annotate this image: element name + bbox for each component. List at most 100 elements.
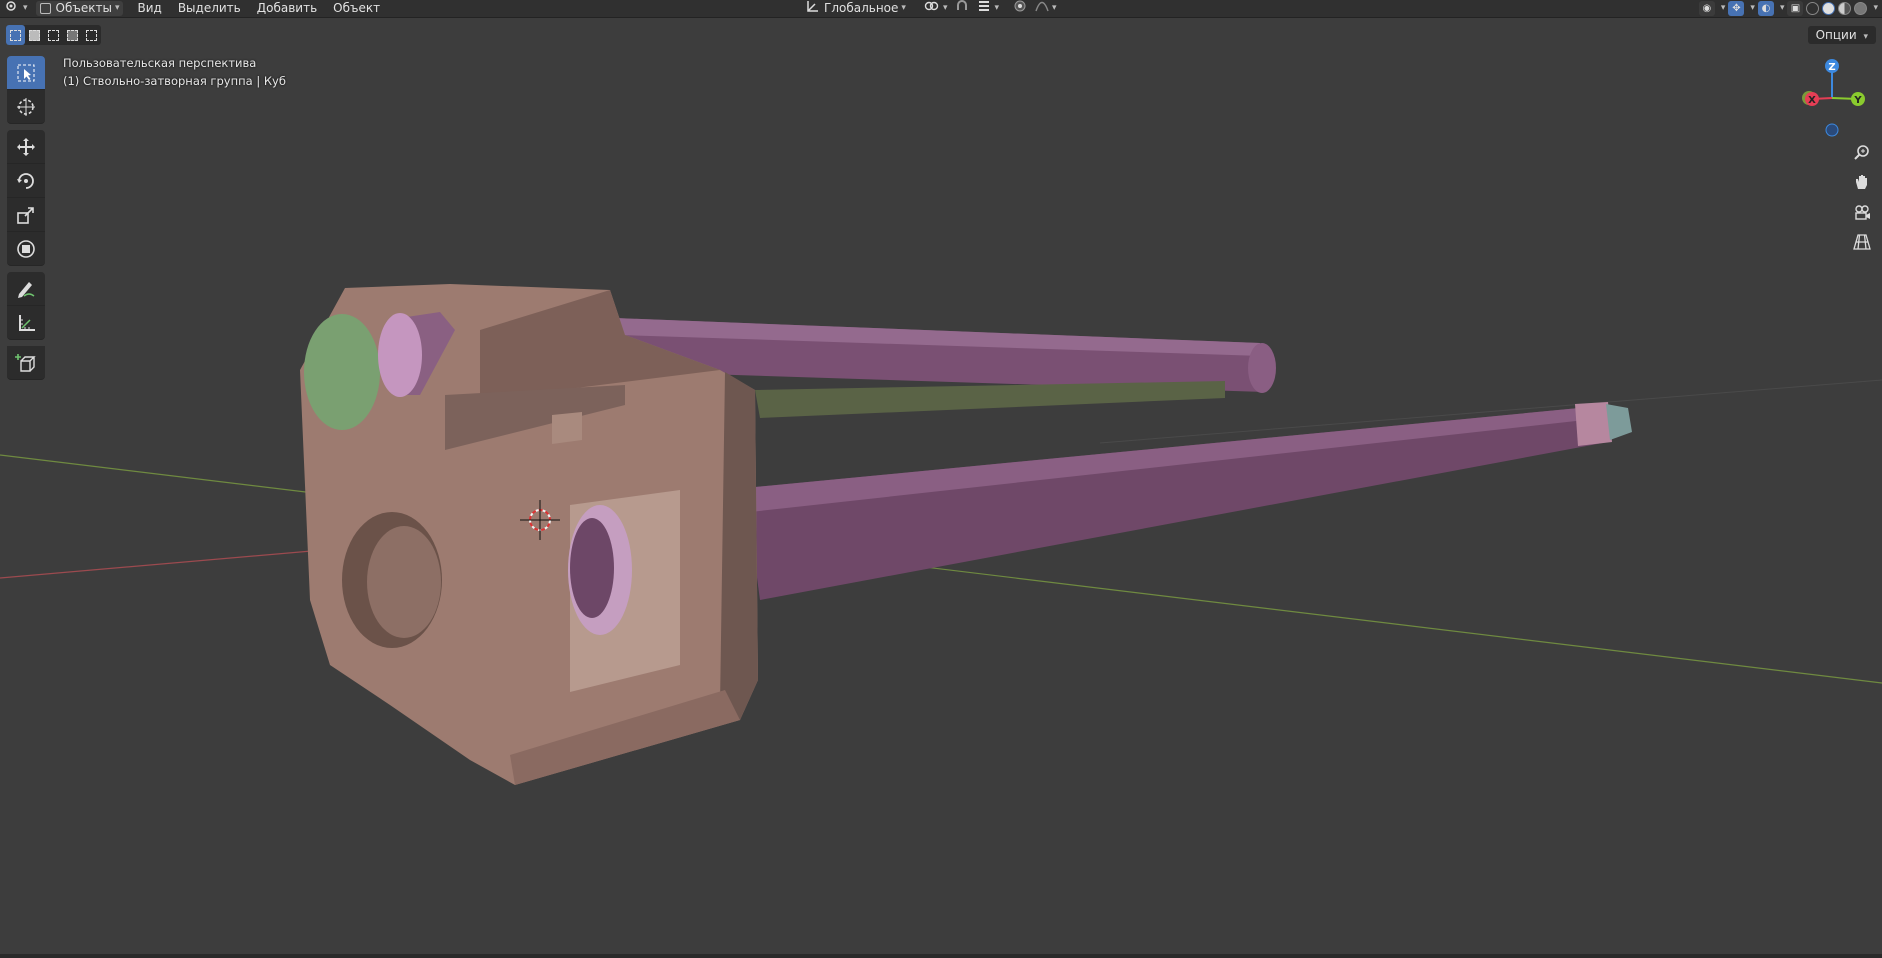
zoom-icon — [1854, 145, 1869, 160]
pivot-icon — [924, 0, 940, 17]
select-subtract-button[interactable] — [44, 25, 63, 45]
header-right-controls: ◉ ▾ ✥ ▾ ◐ ▾ ▣ ▾ — [1698, 0, 1878, 17]
wireframe-shading-icon[interactable] — [1806, 2, 1820, 15]
chevron-down-icon: ▾ — [1873, 3, 1878, 13]
viewport-3d[interactable] — [0, 0, 1882, 958]
tool-select-box[interactable] — [7, 56, 45, 90]
select-new-button[interactable] — [6, 25, 25, 45]
overlays-toggle[interactable]: ◐ — [1757, 1, 1774, 16]
overlays-icon: ◐ — [1761, 3, 1771, 14]
transform-icon — [17, 239, 35, 258]
tool-transform[interactable] — [7, 232, 45, 266]
select-invert-icon — [67, 29, 78, 41]
select-intersect-icon — [86, 29, 97, 41]
select-subtract-icon — [48, 29, 59, 41]
gizmo-z-label: Z — [1828, 62, 1835, 73]
rotate-icon — [17, 172, 34, 189]
tool-scale[interactable] — [7, 198, 45, 232]
transform-orientation-icon — [806, 0, 820, 17]
tool-shelf — [7, 56, 45, 380]
select-new-icon — [10, 29, 21, 41]
zoom-button[interactable] — [1848, 138, 1876, 166]
tool-rotate[interactable] — [7, 164, 45, 198]
snap-target-selector[interactable]: ▾ — [973, 1, 1003, 16]
tool-move[interactable] — [7, 130, 45, 164]
tool-settings-bar: Опции ▾ — [0, 18, 1882, 52]
selection-mode-group — [6, 25, 101, 45]
view-name: Пользовательская перспектива — [63, 56, 257, 70]
move-icon — [17, 137, 35, 156]
select-extend-button[interactable] — [25, 25, 44, 45]
annotate-icon — [18, 281, 35, 298]
menu-select[interactable]: Выделить — [170, 0, 249, 17]
tool-annotate[interactable] — [7, 272, 45, 306]
xray-icon: ▣ — [1790, 3, 1801, 14]
select-box-icon — [17, 64, 35, 81]
orientation-selector[interactable]: Глобальное ▾ — [802, 1, 910, 16]
proportional-edit-icon — [1013, 0, 1027, 17]
mode-selector[interactable]: Объекты ▾ — [35, 1, 124, 16]
receiver-block[interactable] — [300, 284, 758, 785]
pivot-selector[interactable]: ▾ — [920, 1, 952, 16]
tool-add-cube[interactable] — [7, 346, 45, 380]
tool-cursor[interactable] — [7, 90, 45, 124]
chevron-down-icon: ▾ — [901, 3, 906, 13]
gizmo-y-label: Y — [1853, 95, 1862, 106]
select-invert-button[interactable] — [63, 25, 82, 45]
object-info: (1) Ствольно-затворная группа | Куб — [63, 74, 286, 88]
main-barrel[interactable] — [745, 402, 1632, 600]
tool-measure[interactable] — [7, 306, 45, 340]
chevron-down-icon: ▾ — [23, 3, 28, 13]
gizmo-icon: ✥ — [1732, 3, 1741, 14]
gizmo-toggle[interactable]: ✥ — [1728, 1, 1745, 16]
pan-hand-icon — [1856, 175, 1867, 189]
camera-icon — [1855, 205, 1870, 220]
chevron-down-icon: ▾ — [1779, 3, 1785, 13]
snap-magnet-icon — [955, 0, 969, 17]
snap-toggle[interactable] — [951, 0, 973, 17]
add-cube-icon — [15, 353, 36, 372]
viewport-header: ▾ Объекты ▾ Вид Выделить Добавить Объект… — [0, 0, 1882, 18]
projection-toggle-button[interactable] — [1848, 228, 1876, 256]
object-mode-icon — [39, 3, 51, 14]
gizmo-x-label: X — [1808, 95, 1816, 106]
eye-icon: ◉ — [1702, 3, 1712, 14]
solid-shading-icon[interactable] — [1822, 2, 1836, 15]
material-shading-icon[interactable] — [1838, 2, 1852, 15]
menu-add[interactable]: Добавить — [249, 0, 325, 17]
chevron-down-icon: ▾ — [1720, 3, 1726, 13]
chevron-down-icon: ▾ — [114, 3, 120, 13]
editor-type-button[interactable]: ▾ — [0, 1, 32, 16]
menu-object[interactable]: Объект — [325, 0, 388, 17]
visibility-selector[interactable]: ◉ — [1698, 1, 1715, 16]
scale-icon — [17, 206, 34, 224]
chevron-down-icon: ▾ — [1863, 32, 1868, 42]
proportional-edit-toggle[interactable] — [1009, 0, 1031, 17]
orientation-label: Глобальное — [824, 1, 899, 15]
menu-view[interactable]: Вид — [129, 0, 169, 17]
falloff-curve-icon — [1035, 0, 1049, 17]
select-intersect-button[interactable] — [82, 25, 101, 45]
bottom-border — [0, 954, 1882, 958]
header-menu: Вид Выделить Добавить Объект — [129, 0, 388, 17]
chevron-down-icon: ▾ — [1052, 3, 1057, 13]
xray-toggle[interactable]: ▣ — [1787, 1, 1804, 16]
measure-icon — [19, 314, 35, 331]
options-label: Опции — [1815, 28, 1857, 42]
header-center-controls: Глобальное ▾ ▾ ▾ ▾ — [802, 0, 1061, 17]
select-extend-icon — [29, 29, 40, 41]
chevron-down-icon: ▾ — [1750, 3, 1755, 13]
navigation-gizmo[interactable]: Z Y X — [1794, 56, 1882, 146]
snap-increment-icon — [977, 0, 991, 17]
grid-icon — [1853, 234, 1871, 250]
chevron-down-icon: ▾ — [994, 3, 999, 13]
pan-button[interactable] — [1848, 168, 1876, 196]
falloff-selector[interactable]: ▾ — [1031, 1, 1061, 16]
editor-type-icon — [4, 0, 20, 17]
camera-view-button[interactable] — [1848, 198, 1876, 226]
rendered-shading-icon[interactable] — [1854, 2, 1868, 15]
options-dropdown[interactable]: Опции ▾ — [1807, 26, 1876, 44]
chevron-down-icon: ▾ — [942, 3, 948, 13]
mode-label: Объекты — [55, 1, 112, 15]
cursor-icon — [17, 97, 35, 116]
